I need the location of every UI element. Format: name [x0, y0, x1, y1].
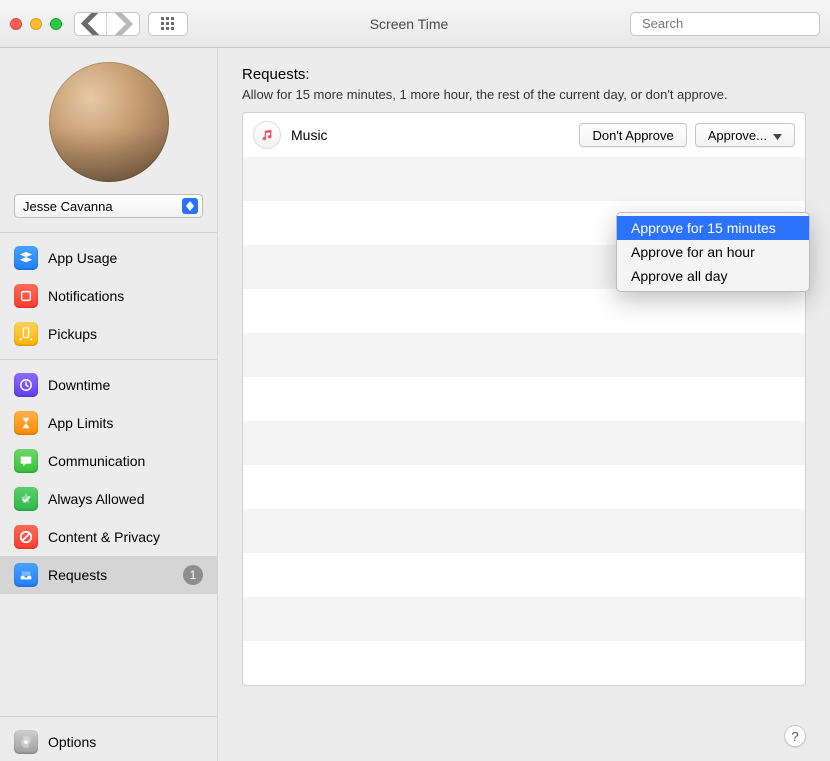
sidebar-item-app-limits[interactable]: App Limits	[0, 404, 217, 442]
zoom-icon[interactable]	[50, 18, 62, 30]
sidebar-item-requests[interactable]: Requests 1	[0, 556, 217, 594]
sidebar-item-notifications[interactable]: Notifications	[0, 277, 217, 315]
sidebar-item-options[interactable]: Options	[0, 723, 217, 761]
gear-icon	[14, 730, 38, 754]
sidebar-item-app-usage[interactable]: App Usage	[0, 239, 217, 277]
sidebar-item-downtime[interactable]: Downtime	[0, 366, 217, 404]
close-icon[interactable]	[10, 18, 22, 30]
help-button[interactable]: ?	[784, 725, 806, 747]
approve-menu: Approve for 15 minutesApprove for an hou…	[616, 212, 810, 292]
user-select[interactable]: Jesse Cavanna	[14, 194, 203, 218]
music-icon	[253, 121, 281, 149]
sidebar-item-label: App Limits	[48, 415, 203, 431]
divider	[0, 716, 217, 717]
sidebar-item-label: Downtime	[48, 377, 203, 393]
sidebar-item-content-privacy[interactable]: Content & Privacy	[0, 518, 217, 556]
dont-approve-button[interactable]: Don't Approve	[579, 123, 686, 147]
list-row	[243, 553, 805, 597]
list-row	[243, 157, 805, 201]
badge: 1	[183, 565, 203, 585]
sidebar-item-label: Communication	[48, 453, 203, 469]
list-row	[243, 597, 805, 641]
check-icon	[14, 487, 38, 511]
minimize-icon[interactable]	[30, 18, 42, 30]
nav-back-forward	[74, 12, 140, 36]
panel-title: Requests:	[242, 66, 806, 83]
list-row	[243, 333, 805, 377]
sidebar-item-label: App Usage	[48, 250, 203, 266]
bell-icon	[14, 284, 38, 308]
avatar[interactable]	[49, 62, 169, 182]
app-name-label: Music	[291, 127, 328, 143]
pickup-icon	[14, 322, 38, 346]
list-row	[243, 377, 805, 421]
sidebar-item-communication[interactable]: Communication	[0, 442, 217, 480]
sidebar-list: App Usage Notifications Pickups Downtime App…	[0, 239, 217, 594]
sidebar-item-label: Notifications	[48, 288, 203, 304]
list-row: Music Don't Approve Approve...	[243, 113, 805, 157]
panel-subtitle: Allow for 15 more minutes, 1 more hour, …	[242, 87, 806, 102]
user-name-label: Jesse Cavanna	[23, 199, 113, 214]
grid-icon	[161, 17, 175, 31]
bubble-icon	[14, 449, 38, 473]
stack-icon	[14, 246, 38, 270]
list-row	[243, 465, 805, 509]
main-panel: Requests: Allow for 15 more minutes, 1 m…	[218, 48, 830, 761]
sidebar: Jesse Cavanna App Usage Notifications Pick…	[0, 48, 218, 761]
sidebar-item-always-allowed[interactable]: Always Allowed	[0, 480, 217, 518]
back-button[interactable]	[75, 13, 107, 35]
nosign-icon	[14, 525, 38, 549]
help-icon-label: ?	[791, 729, 798, 744]
divider	[0, 232, 217, 233]
approve-menu-item[interactable]: Approve for an hour	[617, 240, 809, 264]
titlebar: Screen Time	[0, 0, 830, 48]
chevron-down-icon	[773, 128, 782, 143]
window-controls	[10, 18, 62, 30]
tray-icon	[14, 563, 38, 587]
window-title: Screen Time	[188, 16, 630, 32]
approve-button[interactable]: Approve...	[695, 123, 795, 147]
sidebar-item-label: Requests	[48, 567, 173, 583]
hourglass-icon	[14, 411, 38, 435]
divider	[0, 359, 217, 360]
search-field[interactable]	[630, 12, 820, 36]
sidebar-item-label: Always Allowed	[48, 491, 203, 507]
sidebar-item-label: Pickups	[48, 326, 203, 342]
search-input[interactable]	[642, 16, 818, 31]
list-row	[243, 641, 805, 685]
list-row	[243, 509, 805, 553]
approve-menu-item[interactable]: Approve all day	[617, 264, 809, 288]
sidebar-item-pickups[interactable]: Pickups	[0, 315, 217, 353]
clock-icon	[14, 373, 38, 397]
options-label: Options	[48, 734, 203, 750]
forward-button[interactable]	[107, 13, 139, 35]
list-row	[243, 421, 805, 465]
list-row	[243, 289, 805, 333]
requests-list: Music Don't Approve Approve...	[242, 112, 806, 686]
show-all-button[interactable]	[148, 12, 188, 36]
sidebar-item-label: Content & Privacy	[48, 529, 203, 545]
chevron-updown-icon	[182, 198, 198, 214]
approve-menu-item[interactable]: Approve for 15 minutes	[617, 216, 809, 240]
